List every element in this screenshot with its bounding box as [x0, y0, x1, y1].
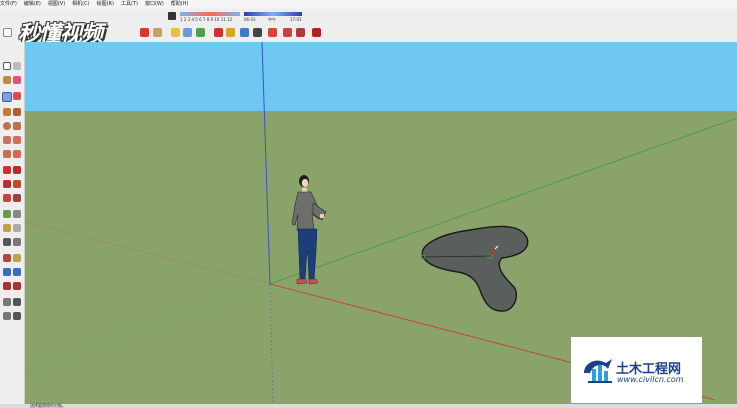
zoom-window-tool-icon[interactable]	[13, 268, 21, 276]
status-bar: 选择要擦除的对象。	[0, 404, 737, 408]
component-icon[interactable]	[312, 28, 321, 37]
main-toolbar	[0, 24, 737, 43]
sky	[25, 42, 737, 111]
freehand-tool-icon[interactable]	[13, 92, 21, 100]
menu-bar: 文件(F) 编辑(E) 视图(V) 相机(C) 绘图(R) 工具(T) 窗口(W…	[0, 0, 737, 9]
protractor-tool-icon[interactable]	[3, 224, 11, 232]
watermark-logo-icon	[584, 359, 612, 383]
axes-tool-icon[interactable]	[3, 238, 11, 246]
rectangle-tool-icon[interactable]	[3, 108, 11, 116]
section-tool-icon[interactable]	[13, 312, 21, 320]
zoom-tool-icon[interactable]	[3, 268, 11, 276]
previous-view-tool-icon[interactable]	[13, 282, 21, 290]
shadow-toolbar	[0, 9, 737, 25]
style-icon[interactable]	[196, 28, 205, 37]
select-icon[interactable]	[3, 28, 12, 37]
component-tool-icon[interactable]	[13, 62, 21, 70]
menu-window[interactable]: 窗口(W)	[145, 0, 164, 9]
polygon-tool-icon[interactable]	[13, 122, 21, 130]
scale-tool-icon[interactable]	[13, 180, 21, 188]
follow-me-tool-icon[interactable]	[13, 166, 21, 174]
zoom-icon[interactable]	[240, 28, 249, 37]
menu-help[interactable]: 帮助(H)	[171, 0, 189, 9]
watermark-url: www.civilcn.com	[617, 375, 684, 384]
shadow-settings-panel: 1 2 3 4 5 6 7 8 9 10 11 12 06:03 中午 17:0…	[168, 10, 303, 23]
status-text: 选择要擦除的对象。	[30, 403, 66, 408]
walk-icon[interactable]	[296, 28, 305, 37]
select-tool-icon[interactable]	[3, 62, 11, 70]
look-around-tool-icon[interactable]	[13, 298, 21, 306]
paint-tool-icon[interactable]	[3, 76, 11, 84]
month-slider[interactable]	[180, 12, 240, 16]
rotate-rect-tool-icon[interactable]	[3, 150, 11, 158]
orbit-icon[interactable]	[268, 28, 277, 37]
zoom-window-icon[interactable]	[253, 28, 262, 37]
arc-tool-icon[interactable]	[3, 136, 11, 144]
pan-tool-icon[interactable]	[13, 254, 21, 262]
model-info-icon[interactable]	[153, 28, 162, 37]
time-slider[interactable]	[244, 12, 302, 16]
eraser-tool-icon[interactable]	[13, 76, 21, 84]
tool-palette	[0, 42, 25, 408]
tape-tool-icon[interactable]	[3, 210, 11, 218]
search-icon[interactable]	[171, 28, 180, 37]
offset-tool-icon[interactable]	[13, 150, 21, 158]
axes-icon[interactable]	[214, 28, 223, 37]
shadow-toggle-icon[interactable]	[168, 12, 176, 20]
menu-view[interactable]: 视图(V)	[48, 0, 65, 9]
menu-tools[interactable]: 工具(T)	[121, 0, 138, 9]
orbit-tool-icon[interactable]	[3, 254, 11, 262]
offset2-tool-icon[interactable]	[13, 194, 21, 202]
menu-edit[interactable]: 编辑(E)	[24, 0, 41, 9]
time-mid-label: 中午	[268, 17, 276, 22]
push-pull-tool-icon[interactable]	[13, 108, 21, 116]
dimension-tool-icon[interactable]	[13, 210, 21, 218]
time-end-label: 17:03	[290, 17, 302, 22]
position-camera-tool-icon[interactable]	[3, 298, 11, 306]
circle-tool-icon[interactable]	[3, 122, 11, 130]
pan-icon[interactable]	[283, 28, 292, 37]
month-labels: 1 2 3 4 5 6 7 8 9 10 11 12	[180, 17, 233, 22]
menu-file[interactable]: 文件(F)	[0, 0, 17, 9]
menu-camera[interactable]: 相机(C)	[72, 0, 89, 9]
move-tool-icon[interactable]	[3, 166, 11, 174]
time-start-label: 06:03	[244, 17, 256, 22]
pie-tool-icon[interactable]	[13, 136, 21, 144]
scene-icon[interactable]	[226, 28, 235, 37]
menu-draw[interactable]: 绘图(R)	[97, 0, 114, 9]
follow-tool-icon[interactable]	[3, 194, 11, 202]
section-icon[interactable]	[183, 28, 192, 37]
text-tool-icon[interactable]	[13, 224, 21, 232]
undo-icon[interactable]	[140, 28, 149, 37]
walk-tool-icon[interactable]	[3, 312, 11, 320]
zoom-extents-tool-icon[interactable]	[3, 282, 11, 290]
rotate-tool-icon[interactable]	[3, 180, 11, 188]
line-tool-icon[interactable]	[2, 92, 12, 102]
3d-text-tool-icon[interactable]	[13, 238, 21, 246]
